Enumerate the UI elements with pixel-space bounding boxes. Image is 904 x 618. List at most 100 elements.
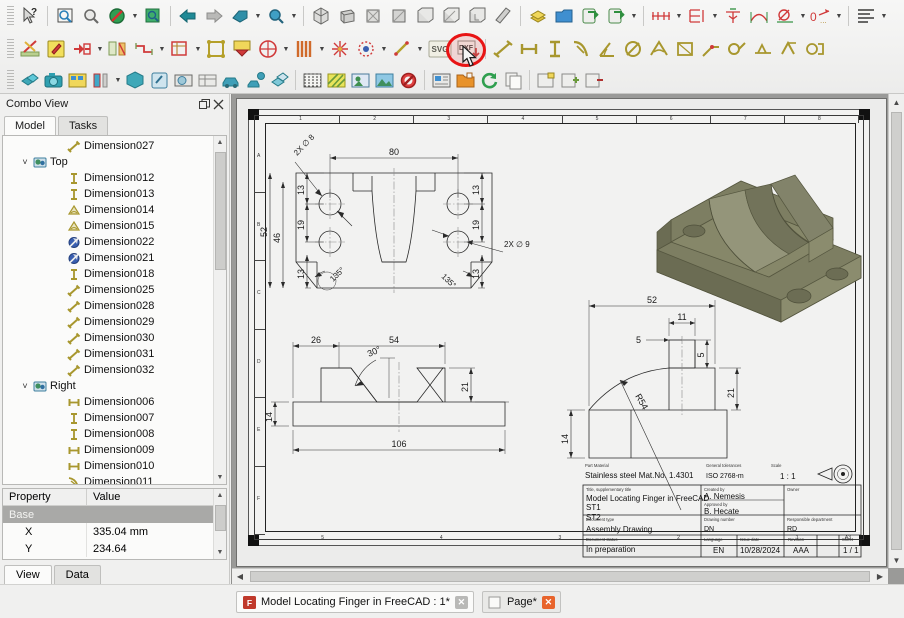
scroll-down-icon[interactable]: ▼: [214, 546, 226, 559]
scroll-down-icon[interactable]: ▼: [889, 552, 904, 568]
tree-item[interactable]: Dimension032: [3, 362, 213, 378]
scroll-up-icon[interactable]: ▲: [889, 94, 904, 110]
tree-item[interactable]: Dimension012: [3, 170, 213, 186]
dim-diameter2-caret-icon[interactable]: [798, 4, 808, 28]
techdraw-active-view-icon[interactable]: [43, 36, 69, 62]
dim-radius-icon[interactable]: [568, 36, 594, 62]
techdraw-thread-hole-side-icon[interactable]: [327, 36, 353, 62]
document-tab[interactable]: Page* ✕: [481, 591, 561, 613]
tree-item[interactable]: Dimension011: [3, 474, 213, 484]
annotation-caret-icon[interactable]: [879, 4, 889, 28]
scroll-right-icon[interactable]: ▶: [872, 569, 888, 584]
part-boolean-icon[interactable]: [17, 68, 41, 92]
hatch-face-icon[interactable]: [300, 68, 324, 92]
techdraw-cosmetic-vertex-caret-icon[interactable]: [379, 37, 389, 61]
tab-view[interactable]: View: [4, 565, 52, 584]
close-icon[interactable]: ✕: [541, 595, 555, 609]
insert-bitmap-icon[interactable]: [372, 68, 396, 92]
dim-horizontal-icon[interactable]: [516, 36, 542, 62]
tree-item[interactable]: Dimension014: [3, 202, 213, 218]
property-value[interactable]: 234.64: [87, 543, 127, 555]
techdraw-redraw-page-icon[interactable]: [577, 3, 603, 29]
view-top-icon[interactable]: [360, 3, 386, 29]
scroll-thumb[interactable]: [215, 152, 226, 270]
dim-tolerance-icon[interactable]: 0...: [808, 3, 834, 29]
part-camera-icon[interactable]: [41, 68, 65, 92]
tree-item[interactable]: Dimension006: [3, 394, 213, 410]
tree-item[interactable]: Dimension021: [3, 250, 213, 266]
dim-tolerance-caret-icon[interactable]: [834, 4, 844, 28]
part-extrude-icon[interactable]: [219, 68, 243, 92]
dim-diameter-icon[interactable]: [620, 36, 646, 62]
tree-item[interactable]: Dimension022: [3, 234, 213, 250]
view-bottom-icon[interactable]: [438, 3, 464, 29]
property-vertical-scrollbar[interactable]: ▲ ▼: [213, 489, 226, 559]
dim-diameter2-icon[interactable]: [772, 3, 798, 29]
techdraw-centerline-face-icon[interactable]: [291, 36, 317, 62]
toolbar-grip[interactable]: [7, 70, 14, 90]
tree-item[interactable]: Dimension007: [3, 410, 213, 426]
image-symbol-icon[interactable]: [348, 68, 372, 92]
view-front-icon[interactable]: [334, 3, 360, 29]
part-primitive-icon[interactable]: [89, 68, 113, 92]
tree-item[interactable]: ˅ Right: [3, 378, 213, 394]
techdraw-section-view-icon[interactable]: [105, 36, 131, 62]
export-svg-icon[interactable]: SVG: [425, 36, 455, 62]
measure-icon[interactable]: [490, 3, 516, 29]
techdraw-spreadsheet-caret-icon[interactable]: [281, 37, 291, 61]
dim-angle3pt-icon[interactable]: [646, 36, 672, 62]
tab-data[interactable]: Data: [53, 565, 101, 584]
techdraw-view-icon[interactable]: [17, 36, 43, 62]
dim-leaderline-icon[interactable]: [698, 36, 724, 62]
drawing-sheet[interactable]: 12345678ABCDEF54321A3: [248, 109, 870, 558]
techdraw-draft-view-icon[interactable]: [203, 36, 229, 62]
part-section-icon[interactable]: [171, 68, 195, 92]
part-shape-builder-icon[interactable]: [123, 68, 147, 92]
dim-horizontal-group-icon[interactable]: [648, 3, 674, 29]
clip-group-remove-icon[interactable]: [582, 68, 606, 92]
part-image-plane-icon[interactable]: [65, 68, 89, 92]
property-group-row[interactable]: Base: [3, 506, 213, 523]
dim-arc-length-icon[interactable]: [746, 3, 772, 29]
property-row[interactable]: Y 234.64: [3, 540, 213, 557]
close-icon[interactable]: [211, 97, 225, 111]
property-row[interactable]: X 335.04 mm: [3, 523, 213, 540]
dim-horizontal-caret-icon[interactable]: [674, 4, 684, 28]
tree-item[interactable]: Dimension030: [3, 330, 213, 346]
dim-angle-icon[interactable]: [594, 36, 620, 62]
dim-hole-shaft-fit-icon[interactable]: [802, 36, 828, 62]
fit-selection-icon[interactable]: [78, 3, 104, 29]
techdraw-print-caret-icon[interactable]: [629, 4, 639, 28]
property-value[interactable]: 335.04 mm: [87, 526, 148, 538]
tree-item[interactable]: Dimension028: [3, 298, 213, 314]
float-icon[interactable]: [197, 97, 211, 111]
view-left-icon[interactable]: [464, 3, 490, 29]
tree-item[interactable]: Dimension027: [3, 138, 213, 154]
refresh-icon[interactable]: [477, 68, 501, 92]
techdraw-complex-section-caret-icon[interactable]: [157, 37, 167, 61]
part-revolve-icon[interactable]: [243, 68, 267, 92]
nav-forward-icon[interactable]: [201, 3, 227, 29]
techdraw-print-icon[interactable]: [603, 3, 629, 29]
close-icon[interactable]: ✕: [454, 595, 468, 609]
techdraw-page-default-icon[interactable]: [525, 3, 551, 29]
dim-weld-icon[interactable]: [750, 36, 776, 62]
techdraw-cosmetic-vertex-icon[interactable]: [353, 36, 379, 62]
scroll-up-icon[interactable]: ▲: [214, 489, 226, 502]
dim-rich-anno-icon[interactable]: [724, 36, 750, 62]
techdraw-page-canvas[interactable]: 12345678ABCDEF54321A3: [236, 98, 887, 567]
page-from-template-icon[interactable]: [429, 68, 453, 92]
tree-item[interactable]: ˅ Top: [3, 154, 213, 170]
axonometric-icon[interactable]: [308, 3, 334, 29]
techdraw-complex-section-icon[interactable]: [131, 36, 157, 62]
scroll-down-icon[interactable]: ▼: [214, 471, 226, 484]
dim-extent-caret-icon[interactable]: [710, 4, 720, 28]
tree-item[interactable]: Dimension010: [3, 458, 213, 474]
techdraw-projection-group-icon[interactable]: [69, 36, 95, 62]
zoom-caret-icon[interactable]: [289, 4, 299, 28]
dim-area-icon[interactable]: [672, 36, 698, 62]
draw-style-icon[interactable]: [104, 3, 130, 29]
techdraw-page-template-icon[interactable]: [551, 3, 577, 29]
part-primitive-caret-icon[interactable]: [113, 68, 123, 92]
canvas-horizontal-scrollbar[interactable]: ◀ ▶: [232, 568, 888, 584]
